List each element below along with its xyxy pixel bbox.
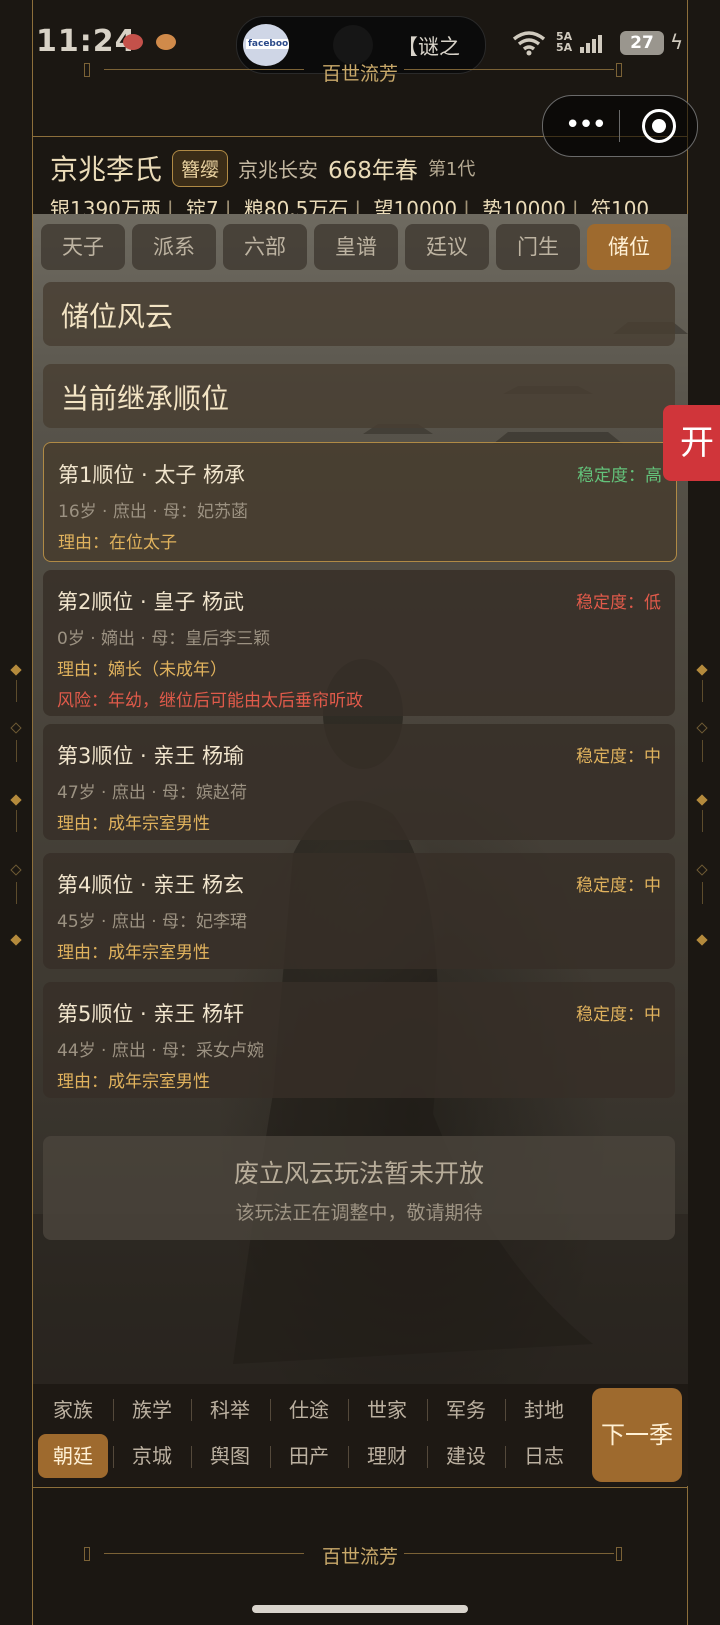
heir-stability: 稳定度：中 bbox=[576, 747, 661, 767]
heir-meta: 45岁 · 庶出 · 母：妃李珺 bbox=[57, 912, 248, 932]
nav-divider bbox=[505, 1446, 506, 1468]
nav-military[interactable]: 军务 bbox=[431, 1390, 501, 1430]
section-title: 储位风云 bbox=[61, 300, 174, 333]
clan-tag-badge: 簪缨 bbox=[172, 149, 229, 187]
tab-emperor[interactable]: 天子 bbox=[41, 224, 125, 270]
heir-title: 第4顺位 · 亲王 杨玄 bbox=[57, 873, 245, 897]
section-header-succession: 储位风云 bbox=[43, 282, 675, 346]
clan-name: 京兆李氏 bbox=[50, 153, 163, 186]
nav-divider bbox=[505, 1399, 506, 1421]
nav-fief[interactable]: 封地 bbox=[509, 1390, 579, 1430]
nav-clan-school[interactable]: 族学 bbox=[117, 1390, 187, 1430]
brand-line-right-bottom bbox=[404, 1553, 614, 1554]
heir-stability: 稳定度：高 bbox=[577, 466, 662, 486]
nav-divider bbox=[348, 1399, 349, 1421]
heir-meta: 16岁 · 庶出 · 母：妃苏菡 bbox=[58, 502, 249, 522]
tab-succession[interactable]: 储位 bbox=[587, 224, 671, 270]
battery-indicator: 27 bbox=[620, 31, 664, 55]
locked-subtitle: 该玩法正在调整中，敬请期待 bbox=[235, 1202, 483, 1224]
succession-panel: 天子 派系 六部 皇谱 廷议 门生 储位 储位风云 当前继承顺位 第1顺位 · … bbox=[33, 214, 688, 1384]
court-tabs: 天子 派系 六部 皇谱 廷议 门生 储位 bbox=[41, 224, 678, 270]
app-notification-icon bbox=[156, 34, 176, 50]
heir-meta: 47岁 · 庶出 · 母：嫔赵荷 bbox=[57, 783, 248, 803]
nav-finance[interactable]: 理财 bbox=[352, 1436, 422, 1476]
heir-reason: 理由：成年宗室男性 bbox=[57, 1072, 210, 1092]
brand-title-bottom: 百世流芳 bbox=[321, 1546, 398, 1568]
more-dots-icon[interactable]: ••• bbox=[565, 110, 607, 140]
nav-capital[interactable]: 京城 bbox=[117, 1436, 187, 1476]
island-text: 【谜之 bbox=[397, 35, 460, 59]
miniprogram-capsule: ••• bbox=[542, 95, 698, 157]
open-side-button[interactable]: 开 bbox=[663, 405, 720, 481]
clock: 11:24 bbox=[36, 24, 137, 59]
heir-card[interactable]: 第1顺位 · 太子 杨承 稳定度：高 16岁 · 庶出 · 母：妃苏菡 理由：在… bbox=[43, 442, 677, 562]
nav-family[interactable]: 家族 bbox=[38, 1390, 108, 1430]
heir-card[interactable]: 第4顺位 · 亲王 杨玄 稳定度：中 45岁 · 庶出 · 母：妃李珺 理由：成… bbox=[43, 853, 675, 969]
wifi-icon bbox=[512, 31, 546, 56]
notification-icon bbox=[123, 34, 143, 50]
charging-icon: ϟ bbox=[670, 30, 684, 54]
nav-log[interactable]: 日志 bbox=[509, 1436, 579, 1476]
capsule-divider bbox=[619, 110, 620, 142]
heir-reason: 理由：在位太子 bbox=[58, 533, 177, 553]
home-indicator[interactable] bbox=[252, 1605, 468, 1613]
heir-reason: 理由：成年宗室男性 bbox=[57, 814, 210, 834]
nav-divider bbox=[191, 1399, 192, 1421]
heir-card[interactable]: 第3顺位 · 亲王 杨瑜 稳定度：中 47岁 · 庶出 · 母：嫔赵荷 理由：成… bbox=[43, 724, 675, 840]
nav-divider bbox=[427, 1446, 428, 1468]
tab-imperial-lineage[interactable]: 皇谱 bbox=[314, 224, 398, 270]
heir-title: 第3顺位 · 亲王 杨瑜 bbox=[57, 744, 245, 768]
next-season-button[interactable]: 下一季 bbox=[592, 1388, 682, 1482]
bottom-navigation: 家族 族学 科举 仕途 世家 军务 封地 朝廷 京城 舆图 田产 理财 建设 日… bbox=[33, 1384, 688, 1486]
heir-meta: 44岁 · 庶出 · 母：采女卢婉 bbox=[57, 1041, 265, 1061]
clan-info-row: 京兆李氏 簪缨 京兆长安 668年春 第1代 bbox=[50, 148, 475, 188]
network-label: 5A 5A bbox=[556, 30, 573, 54]
nav-career[interactable]: 仕途 bbox=[274, 1390, 344, 1430]
heir-risk: 风险：年幼，继位后可能由太后垂帘听政 bbox=[57, 691, 363, 711]
target-close-icon[interactable] bbox=[642, 109, 676, 143]
locked-title: 废立风云玩法暂未开放 bbox=[233, 1159, 484, 1188]
nav-exam[interactable]: 科举 bbox=[195, 1390, 265, 1430]
locked-feature-notice: 废立风云玩法暂未开放 该玩法正在调整中，敬请期待 bbox=[43, 1136, 675, 1240]
frame-bottom-divider bbox=[32, 1487, 688, 1488]
game-year: 668年春 bbox=[328, 158, 418, 184]
heir-title: 第2顺位 · 皇子 杨武 bbox=[57, 590, 245, 614]
nav-divider bbox=[427, 1399, 428, 1421]
nav-divider bbox=[113, 1446, 114, 1468]
brand-line-right bbox=[404, 69, 614, 70]
section-subtitle: 当前继承顺位 bbox=[61, 382, 230, 415]
heir-title: 第1顺位 · 太子 杨承 bbox=[58, 463, 246, 487]
tab-ministries[interactable]: 六部 bbox=[223, 224, 307, 270]
heir-stability: 稳定度：中 bbox=[576, 876, 661, 896]
nav-divider bbox=[270, 1446, 271, 1468]
nav-divider bbox=[270, 1399, 271, 1421]
clan-location: 京兆长安 bbox=[238, 157, 319, 182]
heir-stability: 稳定度：中 bbox=[576, 1005, 661, 1025]
brand-cap-right bbox=[616, 63, 622, 77]
heir-meta: 0岁 · 嫡出 · 母：皇后李三颖 bbox=[57, 629, 271, 649]
tab-disciples[interactable]: 门生 bbox=[496, 224, 580, 270]
heir-stability: 稳定度：低 bbox=[576, 593, 661, 613]
nav-estates[interactable]: 田产 bbox=[274, 1436, 344, 1476]
generation: 第1代 bbox=[427, 159, 476, 180]
nav-court[interactable]: 朝廷 bbox=[38, 1434, 108, 1478]
nav-construction[interactable]: 建设 bbox=[431, 1436, 501, 1476]
heir-card[interactable]: 第5顺位 · 亲王 杨轩 稳定度：中 44岁 · 庶出 · 母：采女卢婉 理由：… bbox=[43, 982, 675, 1098]
nav-map[interactable]: 舆图 bbox=[195, 1436, 265, 1476]
section-header-order: 当前继承顺位 bbox=[43, 364, 675, 428]
brand-cap-right-bottom bbox=[616, 1547, 622, 1561]
heir-title: 第5顺位 · 亲王 杨轩 bbox=[57, 1002, 245, 1026]
signal-bars-icon bbox=[580, 34, 604, 53]
heir-reason: 理由：成年宗室男性 bbox=[57, 943, 210, 963]
heir-card[interactable]: 第2顺位 · 皇子 杨武 稳定度：低 0岁 · 嫡出 · 母：皇后李三颖 理由：… bbox=[43, 570, 675, 716]
nav-divider bbox=[348, 1446, 349, 1468]
heir-reason: 理由：嫡长（未成年） bbox=[57, 660, 227, 680]
tab-factions[interactable]: 派系 bbox=[132, 224, 216, 270]
brand-title-top: 百世流芳 bbox=[321, 63, 398, 85]
tab-court-debate[interactable]: 廷议 bbox=[405, 224, 489, 270]
nav-divider bbox=[191, 1446, 192, 1468]
nav-divider bbox=[113, 1399, 114, 1421]
nav-noble-houses[interactable]: 世家 bbox=[352, 1390, 422, 1430]
